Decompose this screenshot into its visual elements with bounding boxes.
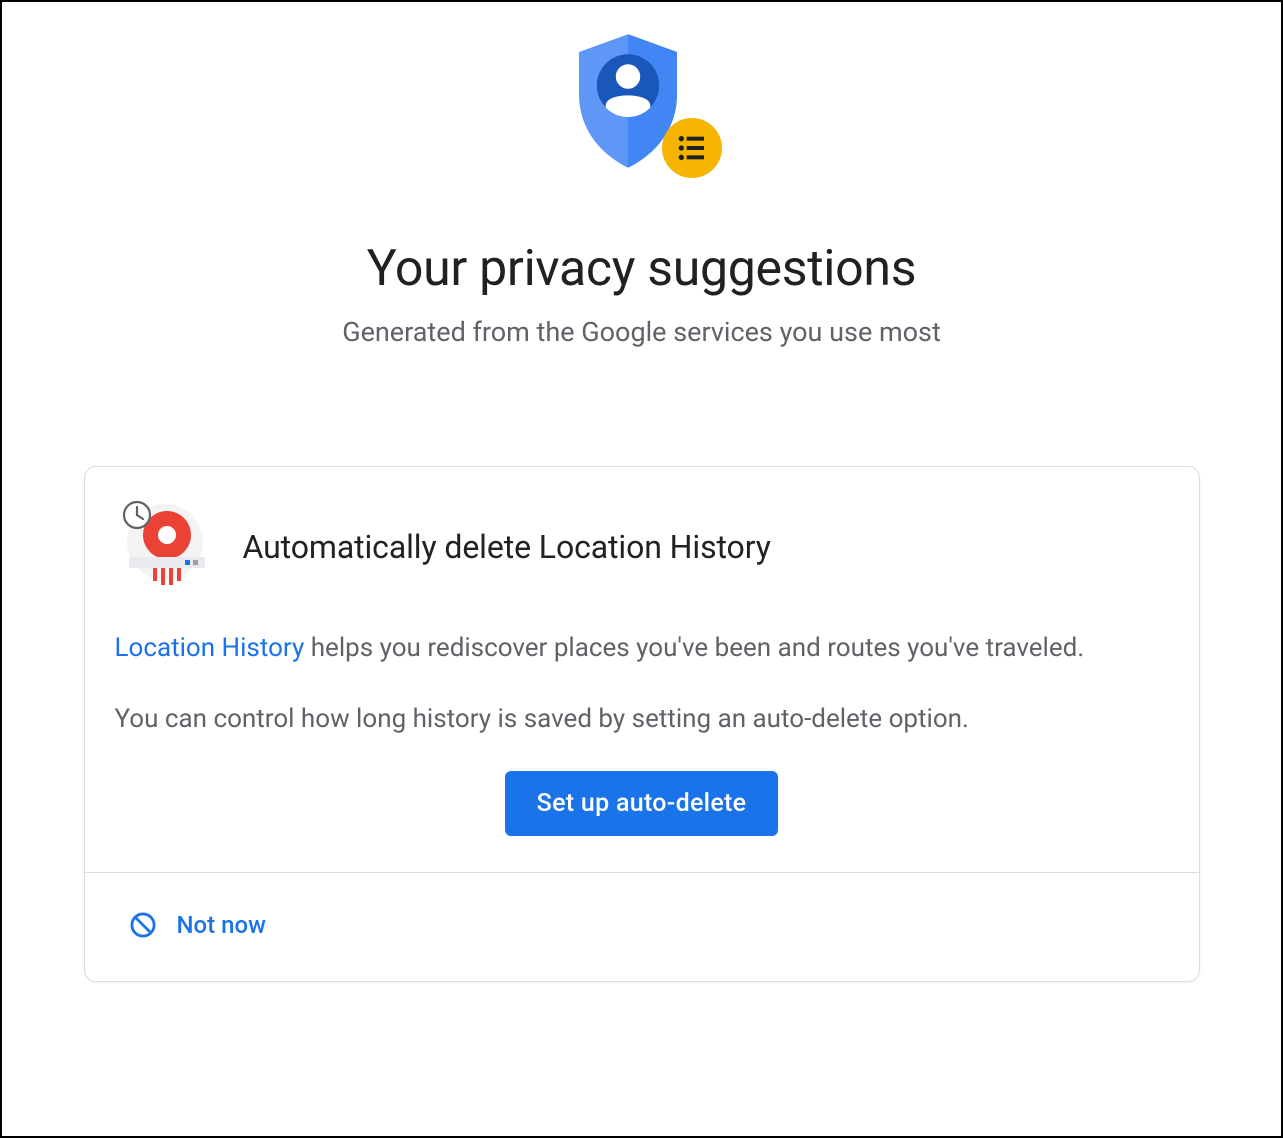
- card-body: Location History helps you rediscover pl…: [85, 607, 1199, 872]
- setup-auto-delete-button[interactable]: Set up auto-delete: [505, 771, 779, 836]
- card-description-1: Location History helps you rediscover pl…: [115, 629, 1169, 668]
- page-subtitle: Generated from the Google services you u…: [342, 316, 941, 348]
- card-header: Automatically delete Location History: [85, 467, 1199, 607]
- suggestion-card: Automatically delete Location History Lo…: [84, 466, 1200, 982]
- page-title: Your privacy suggestions: [367, 240, 916, 298]
- location-history-link[interactable]: Location History: [115, 633, 305, 663]
- not-now-label: Not now: [177, 911, 266, 939]
- location-history-icon: [115, 497, 215, 597]
- card-title: Automatically delete Location History: [243, 528, 771, 566]
- card-description-1-text: helps you rediscover places you've been …: [304, 633, 1084, 663]
- not-now-button[interactable]: Not now: [129, 911, 266, 939]
- list-badge-icon: [662, 118, 722, 178]
- block-icon: [129, 911, 157, 939]
- card-footer: Not now: [85, 872, 1199, 981]
- card-description-2: You can control how long history is save…: [115, 700, 1169, 739]
- privacy-shield-icon: [572, 32, 712, 182]
